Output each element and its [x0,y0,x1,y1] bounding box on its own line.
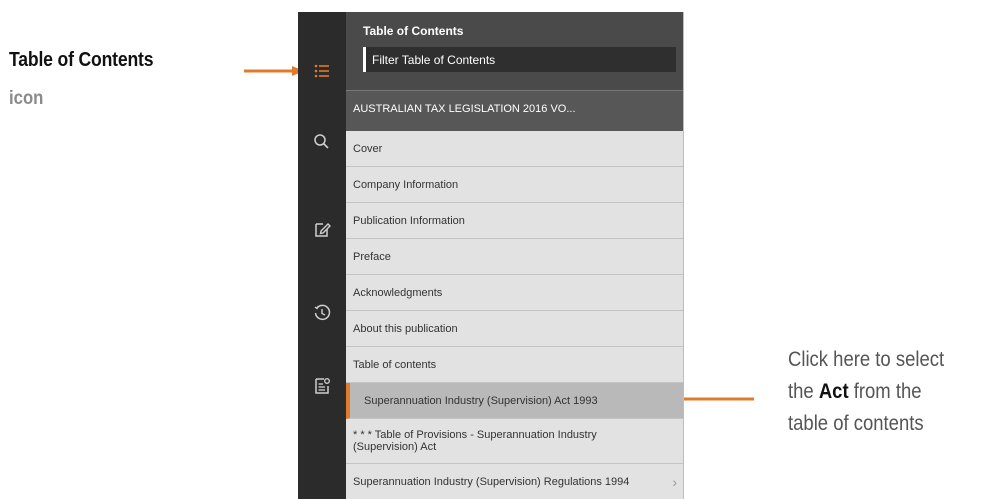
annotation-line-2-post: from the [848,380,922,403]
annotation-instruction: Click here to select the Act from the ta… [788,344,964,440]
toc-item-publication-information[interactable]: Publication Information [346,203,683,239]
annotation-line-1: Click here to select [788,348,945,371]
chevron-right-icon[interactable]: › [672,474,677,490]
annotation-line-3: table of contents [788,412,924,435]
toc-item-cover[interactable]: Cover [346,131,683,167]
book-title: AUSTRALIAN TAX LEGISLATION 2016 VO... [353,103,576,115]
toc-item-label: Preface [353,250,391,263]
toc-item-about-this-publication[interactable]: About this publication [346,311,683,347]
toc-item-label: * * * Table of Provisions - Superannuati… [353,429,597,453]
edit-note-icon[interactable] [312,219,332,239]
annotation-line-2-pre: the [788,380,819,403]
toc-item-superannuation-regulations-1994[interactable]: Superannuation Industry (Supervision) Re… [346,464,683,499]
toc-item-label: Superannuation Industry (Supervision) Re… [353,475,630,488]
toc-item-preface[interactable]: Preface [346,239,683,275]
toc-item-label: Table of contents [353,358,437,371]
history-icon[interactable] [312,303,332,323]
toc-filter-input[interactable] [372,47,667,72]
annotation-arrow-right [244,66,304,76]
annotation-subtitle: icon [9,88,44,109]
book-title-bar[interactable]: AUSTRALIAN TAX LEGISLATION 2016 VO... [346,90,683,131]
toc-panel-title: Table of Contents [363,24,464,38]
toc-item-label: Company Information [353,178,459,191]
search-icon[interactable] [312,132,332,152]
toc-item-label: Superannuation Industry (Supervision) Ac… [364,394,598,407]
toc-list: Cover Company Information Publication In… [346,131,683,499]
annotation-line-2: the Act from the [788,376,964,408]
toc-item-table-of-contents[interactable]: Table of contents [346,347,683,383]
toc-panel: Table of Contents AUSTRALIAN TAX LEGISLA… [346,12,684,499]
toc-panel-header: Table of Contents [346,12,683,90]
list-icon[interactable] [312,61,332,81]
icon-rail [298,12,346,499]
annotation-title: Table of Contents [9,49,154,71]
toc-item-superannuation-act-1993[interactable]: Superannuation Industry (Supervision) Ac… [346,383,683,419]
toc-item-company-information[interactable]: Company Information [346,167,683,203]
toc-item-label: Publication Information [353,214,465,227]
toc-item-table-of-provisions[interactable]: * * * Table of Provisions - Superannuati… [346,419,683,464]
toc-item-label: Cover [353,142,383,155]
toc-item-acknowledgments[interactable]: Acknowledgments [346,275,683,311]
toc-item-label: About this publication [353,322,458,335]
document-settings-icon[interactable] [312,376,332,396]
annotation-line-2-bold: Act [818,380,849,403]
toc-item-label: Acknowledgments [353,286,443,299]
toc-filter-box[interactable] [363,47,676,72]
